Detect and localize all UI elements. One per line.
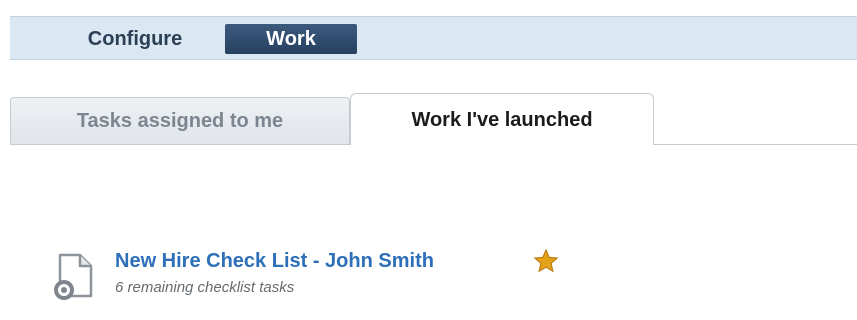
- work-item-title-link[interactable]: New Hire Check List - John Smith: [115, 250, 434, 273]
- tabs-divider: [653, 144, 857, 145]
- top-navigation-bar: Configure Work: [10, 16, 857, 60]
- tab-work-ive-launched[interactable]: Work I've launched: [350, 93, 654, 145]
- nav-work-button[interactable]: Work: [225, 24, 357, 54]
- work-tabs: Tasks assigned to me Work I've launched: [10, 93, 857, 145]
- nav-configure-button[interactable]: Configure: [60, 24, 210, 54]
- star-icon[interactable]: [533, 248, 559, 274]
- document-gear-icon: [54, 253, 93, 300]
- page: Configure Work Tasks assigned to me Work…: [0, 0, 857, 320]
- tab-tasks-assigned-to-me[interactable]: Tasks assigned to me: [10, 97, 350, 145]
- work-item-subtitle: 6 remaining checklist tasks: [115, 279, 295, 296]
